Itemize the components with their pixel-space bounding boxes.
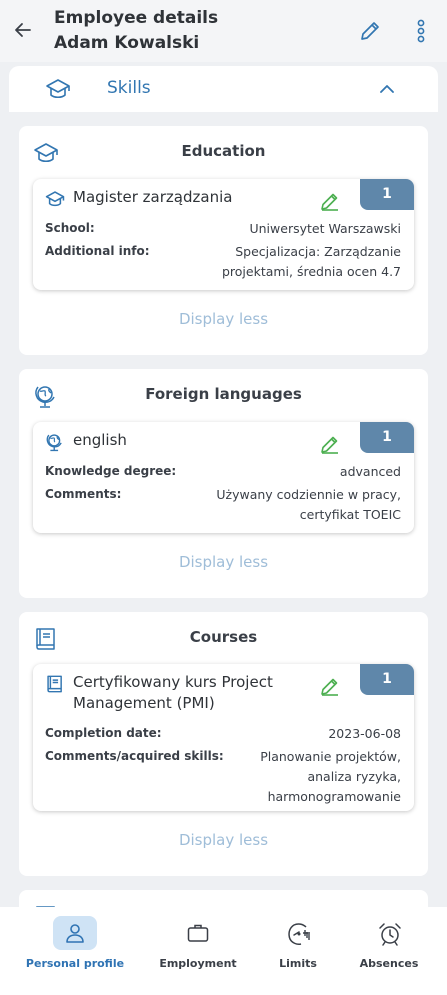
- section-title: Foreign languages: [145, 385, 302, 403]
- nav-label: Employment: [159, 957, 237, 970]
- skills-accordion-header[interactable]: Skills: [9, 66, 438, 112]
- app-header: Employee details Adam Kowalski: [0, 0, 447, 62]
- row-value-line: projektami, średnia ocen 4.7: [221, 264, 401, 279]
- employee-name: Adam Kowalski: [54, 33, 200, 53]
- row-value: advanced: [339, 464, 401, 479]
- edit-icon[interactable]: [319, 675, 341, 697]
- card-title-line: Certyfikowany kurs Project: [73, 673, 273, 691]
- row-value: Używany codziennie w pracy, certyfikat T…: [216, 485, 401, 525]
- courses-section: Courses Certyfikowany kurs Project Manag…: [19, 612, 428, 876]
- foreign-languages-section: Foreign languages english 1 Knowledge de…: [19, 369, 428, 598]
- nav-icon-container: [176, 916, 220, 950]
- globe-icon: [46, 434, 62, 452]
- alarm-clock-icon: [379, 923, 401, 946]
- edit-icon[interactable]: [319, 433, 341, 455]
- row-value: Uniwersytet Warszawski: [249, 221, 401, 236]
- person-icon: [66, 924, 84, 943]
- nav-employment[interactable]: Employment: [142, 907, 254, 995]
- nav-icon-container: [53, 916, 97, 950]
- row-label: Comments:: [45, 487, 122, 501]
- bottom-navigation: Personal profile Employment Limits Absen…: [0, 907, 447, 995]
- language-card: english 1 Knowledge degree: advanced Com…: [33, 422, 414, 533]
- count-badge: 1: [360, 179, 414, 210]
- row-label: School:: [45, 221, 95, 235]
- card-title: Magister zarządzania: [73, 188, 233, 206]
- section-title: Courses: [189, 628, 258, 646]
- card-title: english: [73, 431, 127, 449]
- row-label: Completion date:: [45, 726, 162, 740]
- row-value-line: Specjalizacja: Zarządzanie: [235, 244, 401, 259]
- row-value-line: Planowanie projektów,: [260, 749, 401, 764]
- row-label: Additional info:: [45, 244, 150, 258]
- count-badge: 1: [360, 664, 414, 695]
- course-card: Certyfikowany kurs Project Management (P…: [33, 664, 414, 811]
- more-options-icon[interactable]: [410, 17, 432, 45]
- row-label: Comments/acquired skills:: [45, 749, 224, 763]
- nav-label: Personal profile: [25, 957, 125, 970]
- nav-label: Absences: [359, 957, 419, 970]
- row-value-line: harmonogramowanie: [267, 789, 401, 804]
- nav-icon-container: [276, 916, 320, 950]
- briefcase-icon: [187, 924, 209, 942]
- display-less-button[interactable]: Display less: [19, 310, 428, 328]
- edit-icon[interactable]: [319, 190, 341, 212]
- row-label: Knowledge degree:: [45, 464, 177, 478]
- row-value: Planowanie projektów, analiza ryzyka, ha…: [260, 747, 401, 807]
- row-value-line: Używany codziennie w pracy,: [216, 487, 401, 502]
- page-title-line1: Employee details: [54, 8, 219, 28]
- skills-label: Skills: [107, 78, 151, 98]
- page-title: Employee details Adam Kowalski: [54, 6, 218, 56]
- display-less-button[interactable]: Display less: [19, 553, 428, 571]
- graduation-cap-icon: [45, 191, 65, 207]
- card-title-line: Management (PMI): [73, 694, 215, 712]
- nav-icon-container: [367, 916, 411, 950]
- nav-absences[interactable]: Absences: [333, 907, 445, 995]
- row-value-line: certyfikat TOEIC: [299, 507, 401, 522]
- graduation-cap-icon: [46, 79, 70, 99]
- gauge-icon: [288, 923, 310, 945]
- row-value: Specjalizacja: Zarządzanie projektami, ś…: [222, 242, 401, 282]
- education-card: Magister zarządzania 1 School: Uniwersyt…: [33, 179, 414, 290]
- card-title: Certyfikowany kurs Project Management (P…: [73, 672, 313, 714]
- education-section: Education Magister zarządzania 1 School:…: [19, 126, 428, 355]
- row-value-line: analiza ryzyka,: [307, 769, 401, 784]
- count-badge: 1: [360, 422, 414, 453]
- section-title: Education: [181, 142, 266, 160]
- chevron-up-icon[interactable]: [377, 79, 397, 99]
- book-icon: [47, 675, 62, 693]
- row-value: 2023-06-08: [328, 726, 401, 741]
- display-less-button[interactable]: Display less: [19, 831, 428, 849]
- back-arrow-icon[interactable]: [12, 19, 34, 41]
- edit-icon[interactable]: [358, 19, 382, 43]
- nav-personal-profile[interactable]: Personal profile: [19, 907, 131, 995]
